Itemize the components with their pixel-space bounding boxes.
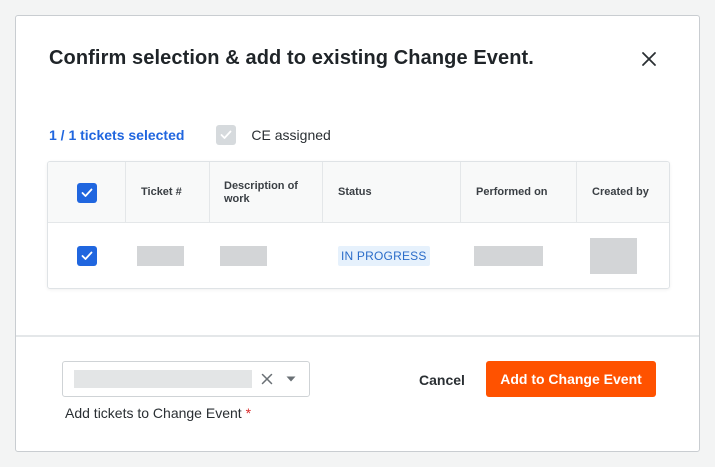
column-header-status[interactable]: Status (322, 162, 460, 223)
close-button[interactable] (638, 48, 660, 70)
checkmark-icon (221, 130, 232, 139)
select-label-text: Add tickets to Change Event (65, 405, 242, 421)
ticket-number-cell (137, 224, 184, 288)
add-to-change-event-button[interactable]: Add to Change Event (486, 361, 656, 397)
modal-title: Confirm selection & add to existing Chan… (49, 47, 534, 69)
description-redacted (220, 246, 267, 266)
change-event-select-value (74, 370, 252, 388)
footer-divider (16, 335, 699, 337)
column-header-performed-on[interactable]: Performed on (460, 162, 576, 223)
close-icon (642, 52, 656, 66)
ce-assigned-label: CE assigned (251, 127, 331, 143)
created-by-redacted (590, 238, 637, 274)
created-by-cell (590, 224, 637, 288)
table-header: Ticket # Description of work Status Perf… (48, 162, 669, 223)
change-event-modal: Confirm selection & add to existing Chan… (15, 15, 700, 452)
selection-summary: 1 / 1 tickets selected CE assigned (49, 125, 331, 145)
selected-count: 1 / 1 tickets selected (49, 127, 185, 143)
chevron-down-icon[interactable] (286, 376, 296, 382)
change-event-select[interactable] (62, 361, 310, 397)
performed-on-cell (474, 224, 543, 288)
select-field-label: Add tickets to Change Event * (65, 405, 251, 421)
description-cell (220, 224, 267, 288)
select-all-checkbox[interactable] (76, 182, 97, 203)
cancel-button[interactable]: Cancel (411, 366, 473, 394)
ticket-number-redacted (137, 246, 184, 266)
required-mark: * (245, 405, 252, 421)
column-header-ticket[interactable]: Ticket # (125, 162, 209, 223)
clear-x-icon[interactable] (261, 373, 273, 385)
checkmark-icon (81, 188, 92, 197)
column-header-created-by[interactable]: Created by (576, 162, 669, 223)
row-checkbox[interactable] (76, 246, 97, 266)
tickets-table: Ticket # Description of work Status Perf… (47, 161, 670, 289)
status-cell: IN PROGRESS (338, 224, 430, 288)
table-row[interactable]: IN PROGRESS (48, 224, 669, 288)
row-select-cell (48, 224, 125, 288)
checkmark-icon (81, 251, 92, 260)
status-badge: IN PROGRESS (338, 246, 430, 266)
ce-assigned-checkbox[interactable] (216, 125, 237, 145)
header-select-cell (48, 162, 125, 223)
column-header-description[interactable]: Description of work (209, 162, 322, 223)
performed-on-redacted (474, 246, 543, 266)
